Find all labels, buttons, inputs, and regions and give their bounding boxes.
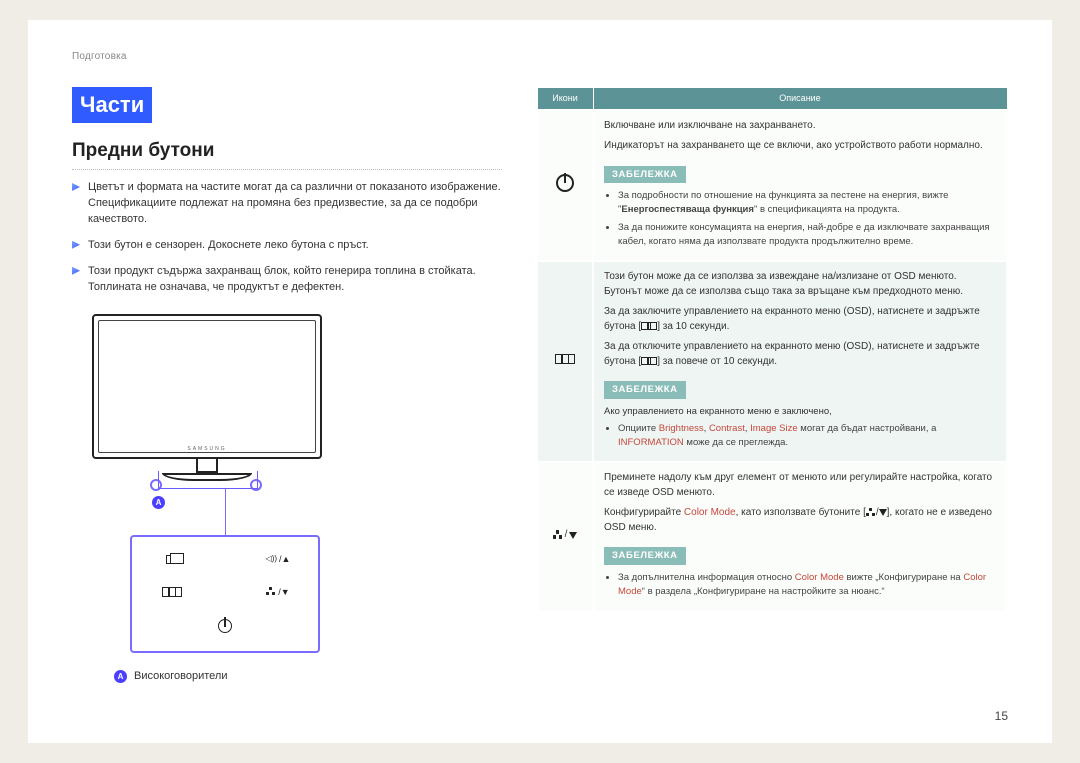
th-icons: Икони [537, 87, 593, 110]
note-item: За допълнителна информация относно Color… [618, 571, 996, 599]
note-label: ЗАБЕЛЕЖКА [604, 381, 686, 399]
menu-icon [641, 322, 657, 330]
legend-speakers: A Високоговорители [114, 669, 502, 685]
desc-text: Преминете надолу към друг елемент от мен… [604, 471, 996, 500]
bullet-item: Този продукт съдържа захранващ блок, кой… [72, 264, 502, 296]
monitor-illustration: SAMSUNG A ◁))/▲ [92, 314, 502, 685]
badge-a-icon: A [114, 670, 127, 683]
note-item: Опциите Brightness, Contrast, Image Size… [618, 422, 996, 450]
desc-text: За да заключите управлението на екраннот… [604, 305, 996, 334]
menu-button-icon [156, 586, 188, 599]
desc-text: Индикаторът на захранването ще се включи… [604, 139, 996, 154]
desc-text: Конфигурирайте Color Mode, като използва… [604, 506, 996, 535]
monitor-brand-label: SAMSUNG [187, 446, 226, 453]
note-intro: Ако управлението на екранното меню е зак… [604, 405, 996, 419]
mode-icon: / [553, 528, 578, 543]
control-panel: ◁))/▲ /▼ [130, 535, 320, 653]
power-icon [556, 174, 574, 192]
desc-text: Този бутон може да се използва за извежд… [604, 270, 996, 299]
bullet-item: Цветът и формата на частите могат да са … [72, 180, 502, 228]
note-label: ЗАБЕЛЕЖКА [604, 547, 686, 565]
row-menu-description: Този бутон може да се използва за извежд… [593, 261, 1007, 462]
row-mode-icon-cell: / [537, 462, 593, 611]
badge-a-icon: A [152, 496, 165, 509]
subtitle-front-buttons: Предни бутони [72, 137, 502, 165]
desc-text: За да отключите управлението на екраннот… [604, 340, 996, 369]
divider-dotted [72, 169, 502, 170]
volume-up-button-icon: ◁))/▲ [262, 553, 294, 566]
monitor-screen: SAMSUNG [92, 314, 322, 459]
icons-description-table: Икони Описание Включване или изключване … [536, 87, 1008, 613]
menu-icon [641, 357, 657, 365]
mode-down-button-icon: /▼ [262, 586, 294, 599]
callout-a: A [152, 495, 165, 511]
left-column: Части Предни бутони Цветът и формата на … [72, 87, 502, 693]
page-number: 15 [995, 708, 1008, 725]
legend-speakers-label: Високоговорители [134, 669, 228, 685]
title-parts: Части [72, 87, 152, 124]
section-header: Подготовка [72, 50, 1008, 65]
th-description: Описание [593, 87, 1007, 110]
bullet-item: Този бутон е сензорен. Докоснете леко бу… [72, 238, 502, 254]
row-mode-description: Преминете надолу към друг елемент от мен… [593, 462, 1007, 611]
two-column-layout: Части Предни бутони Цветът и формата на … [72, 87, 1008, 693]
source-button-icon [156, 553, 188, 566]
note-item: За подробности по отношение на функцията… [618, 189, 996, 217]
power-button-icon [209, 619, 241, 633]
desc-text: Включване или изключване на захранването… [604, 119, 996, 134]
row-power-icon-cell [537, 110, 593, 262]
menu-icon [555, 354, 575, 364]
intro-bullet-list: Цветът и формата на частите могат да са … [72, 180, 502, 296]
row-power-description: Включване или изключване на захранването… [593, 110, 1007, 262]
note-item: За да понижите консумацията на енергия, … [618, 221, 996, 249]
page: Подготовка Части Предни бутони Цветът и … [28, 20, 1052, 743]
row-menu-icon-cell [537, 261, 593, 462]
note-label: ЗАБЕЛЕЖКА [604, 166, 686, 184]
right-column: Икони Описание Включване или изключване … [536, 87, 1008, 693]
